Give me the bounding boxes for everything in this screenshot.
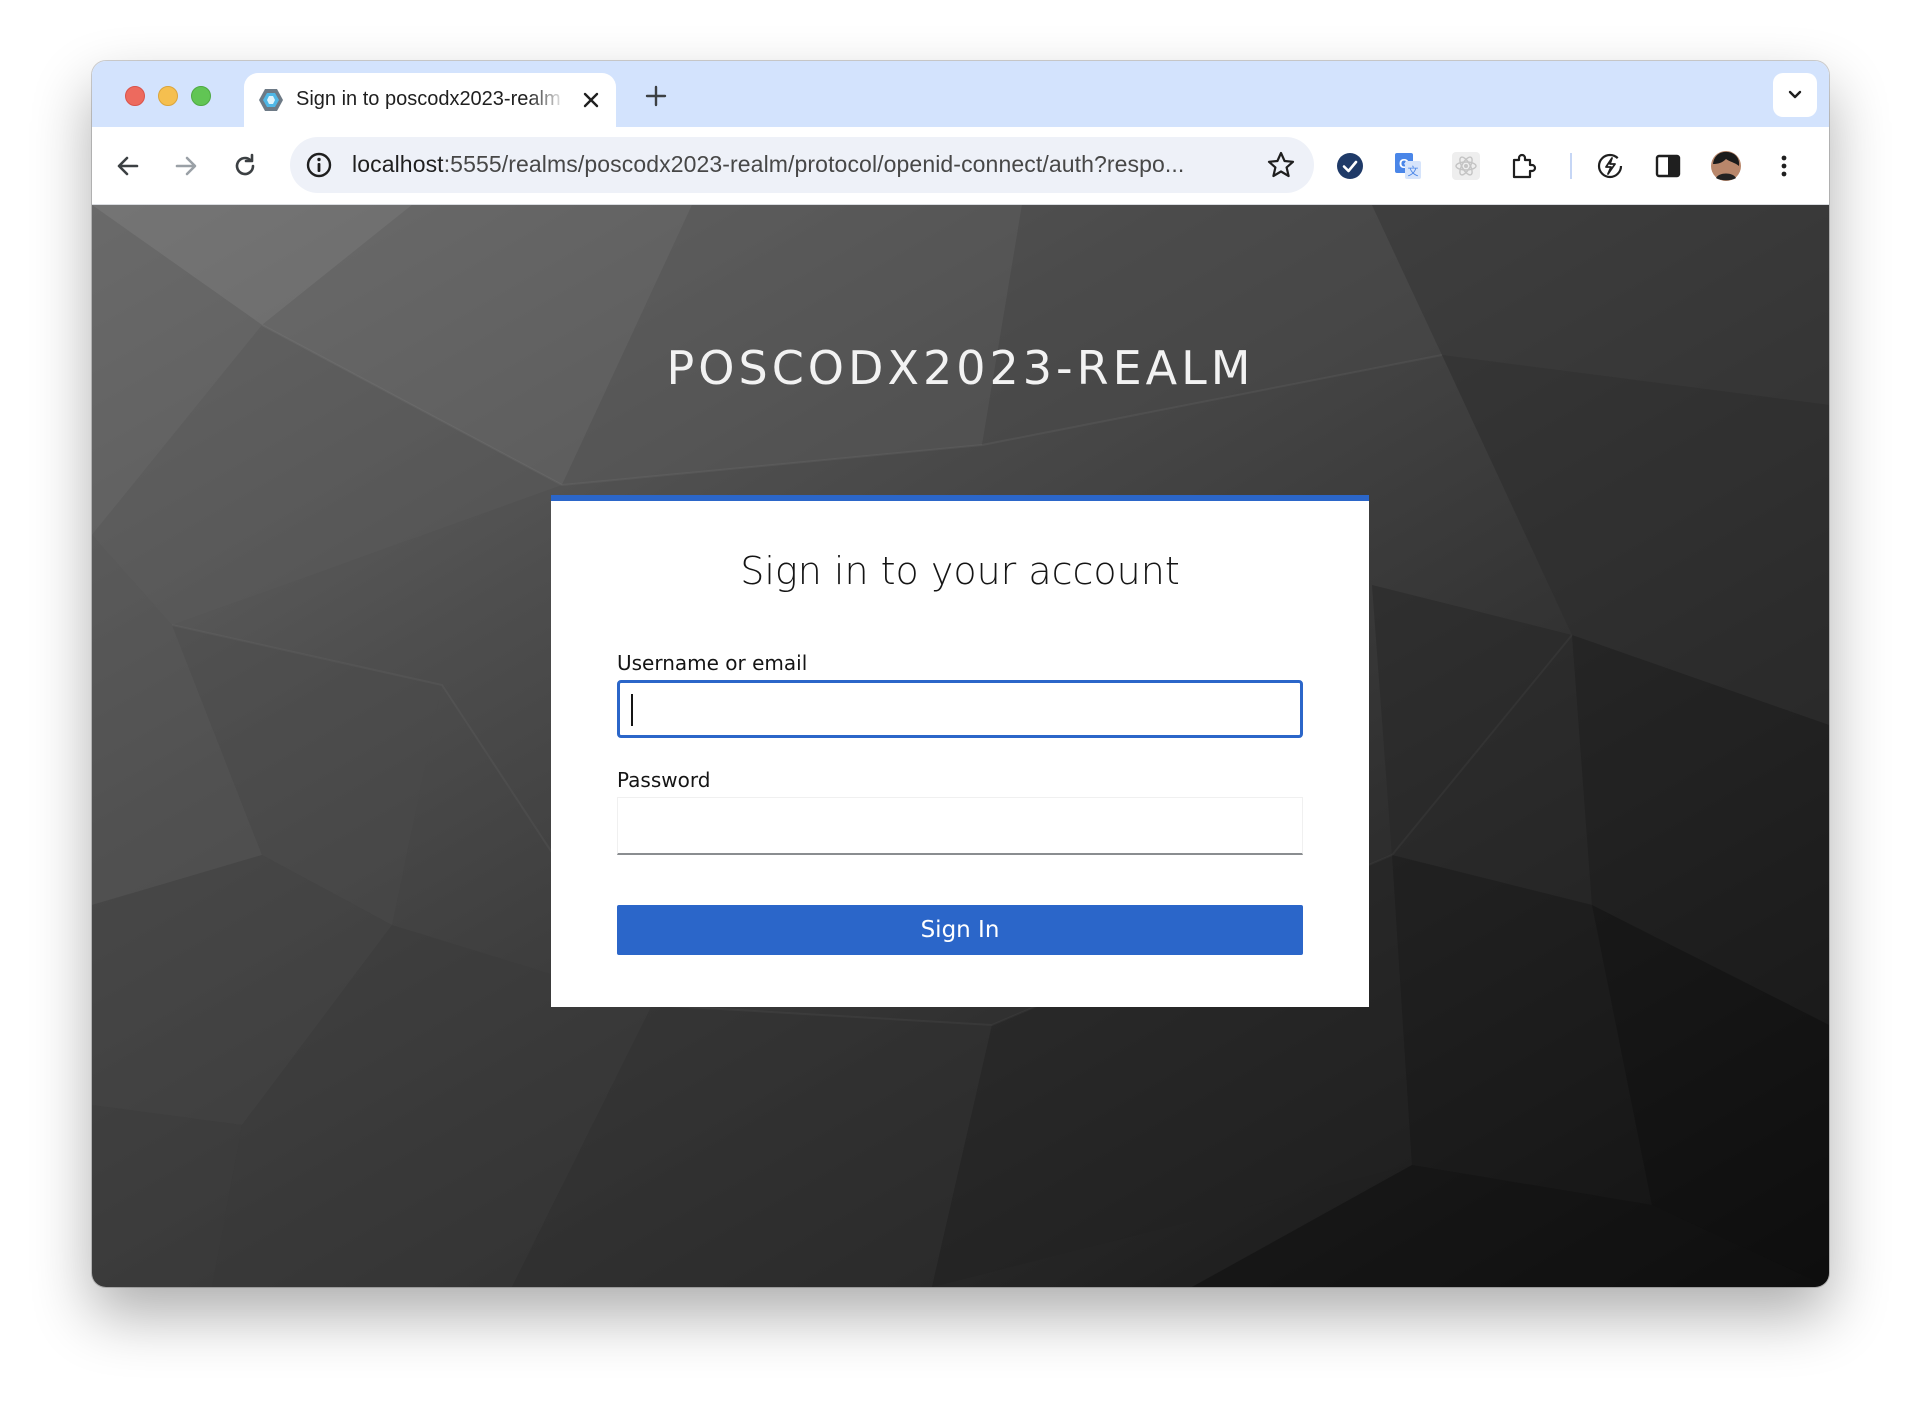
extension-check-icon [1337,153,1363,179]
url-host: localhost [352,151,444,177]
new-tab-icon[interactable] [642,82,670,110]
site-info-icon[interactable] [304,150,334,180]
login-card: Sign in to your account Username or emai… [551,495,1369,1007]
realm-title: POSCODX2023-REALM [666,341,1255,395]
close-tab-icon[interactable] [580,89,602,111]
browser-toolbar: localhost:5555/realms/poscodx2023-realm/… [92,127,1829,205]
react-devtools-icon [1452,152,1480,180]
more-menu-icon [1781,155,1787,177]
extensions-puzzle-icon [1512,153,1537,179]
svg-text:文: 文 [1408,164,1419,178]
react-devtools-button[interactable] [1450,150,1482,182]
password-label: Password [617,768,711,792]
avatar-icon [1711,151,1741,181]
page-viewport: POSCODX2023-REALM Sign in to your accoun… [92,205,1829,1287]
address-bar[interactable]: localhost:5555/realms/poscodx2023-realm/… [290,137,1314,193]
bookmark-star-icon[interactable] [1266,150,1296,180]
translate-icon: G 文 [1395,153,1421,179]
extensions-button[interactable] [1508,150,1540,182]
tab-title: Sign in to poscodx2023-realm [296,88,561,110]
url-text[interactable]: localhost:5555/realms/poscodx2023-realm/… [352,151,1252,181]
tab-strip: Sign in to poscodx2023-realm [92,61,1829,127]
toolbar-divider [1570,153,1572,179]
sign-in-button[interactable]: Sign In [617,905,1303,955]
more-menu-button[interactable] [1768,150,1800,182]
keycloak-icon [259,89,283,111]
forward-button[interactable] [170,150,202,182]
extension-check-button[interactable] [1334,150,1366,182]
chevron-down-icon [1788,90,1802,99]
reload-button[interactable] [229,150,261,182]
close-window-button[interactable] [125,86,145,106]
profile-avatar[interactable] [1710,150,1742,182]
maximize-window-button[interactable] [191,86,211,106]
tab-search-button[interactable] [1773,73,1817,117]
login-heading: Sign in to your account [740,549,1180,593]
back-button[interactable] [112,150,144,182]
back-icon [117,156,139,176]
side-panel-icon [1655,154,1681,178]
performance-button[interactable] [1594,150,1626,182]
reload-icon [235,153,255,176]
password-input[interactable] [617,797,1303,855]
browser-window: Sign in to poscodx2023-realm localhost:5… [92,61,1829,1287]
username-label: Username or email [617,651,808,675]
url-path: :5555/realms/poscodx2023-realm/protocol/… [443,151,1185,177]
text-caret [631,694,633,726]
browser-tab-active[interactable]: Sign in to poscodx2023-realm [244,73,616,127]
forward-icon [175,156,197,176]
side-panel-button[interactable] [1652,150,1684,182]
username-input[interactable] [617,680,1303,738]
minimize-window-button[interactable] [158,86,178,106]
performance-icon [1597,153,1623,179]
translate-button[interactable]: G 文 [1392,150,1424,182]
